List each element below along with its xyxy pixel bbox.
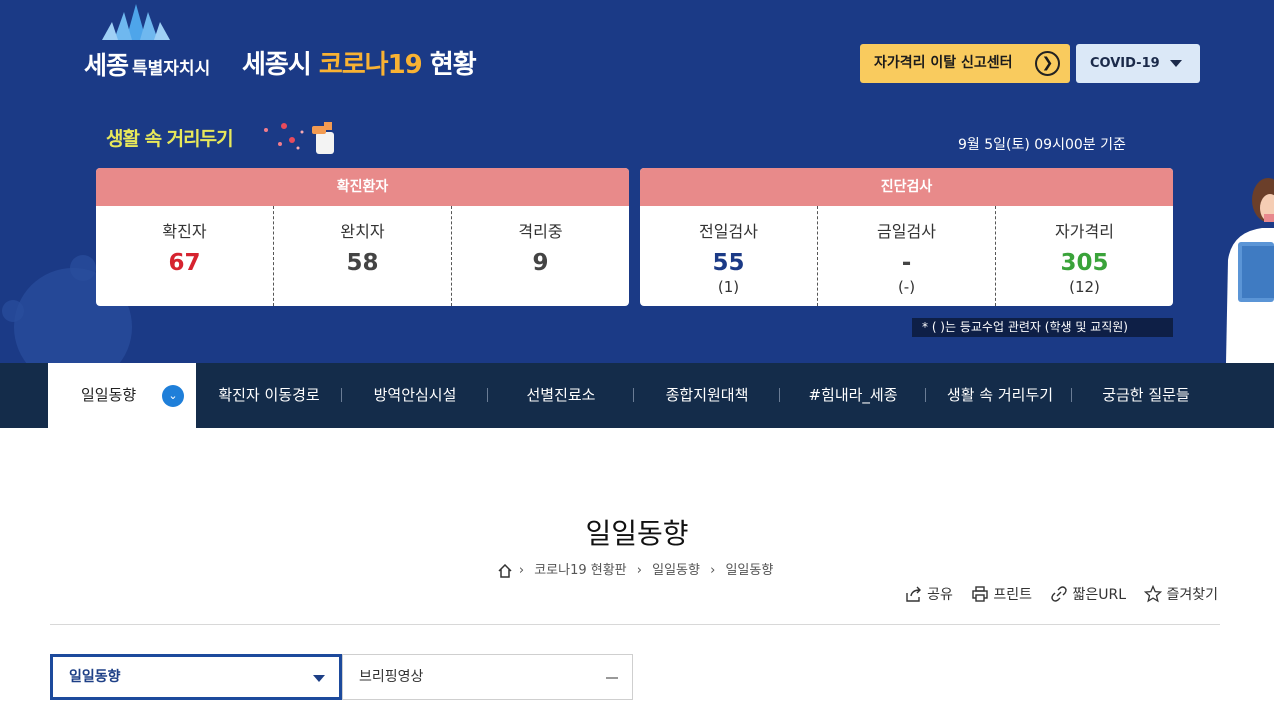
- panel-title: 진단검사: [640, 168, 1173, 206]
- caret-down-icon: [1170, 60, 1182, 67]
- stat-cell: 금일검사 - (-): [818, 206, 996, 306]
- nav-item-daily[interactable]: 일일동향 ⌄: [48, 363, 196, 428]
- stat-value: 9: [532, 250, 549, 276]
- nav-divider: [925, 388, 926, 402]
- breadcrumb-item[interactable]: 코로나19 현황판: [534, 563, 626, 578]
- print-icon: [972, 586, 989, 602]
- reference-date: 9월 5일(토) 09시00분 기준: [958, 137, 1126, 153]
- nav-divider: [341, 388, 342, 402]
- panel-title: 확진환자: [96, 168, 629, 206]
- spray-icon: [264, 122, 334, 154]
- doctor-illustration-icon: [1226, 178, 1274, 363]
- arrow-right-icon: ❯: [1035, 51, 1060, 76]
- main-nav: 일일동향 ⌄ 확진자 이동경로 방역안심시설 선별진료소 종합지원대책 #힘내라…: [0, 363, 1274, 428]
- stat-sub-value: (1): [717, 278, 740, 296]
- stat-cell: 완치자 58: [274, 206, 452, 306]
- chevron-down-icon: ⌄: [162, 385, 184, 407]
- stat-label: 금일검사: [877, 222, 936, 241]
- caret-down-icon: [313, 675, 325, 682]
- site-title: 세종시 코로나19 현황: [242, 50, 477, 80]
- stat-cell: 확진자 67: [96, 206, 274, 306]
- home-icon[interactable]: [498, 563, 512, 578]
- breadcrumb-item[interactable]: 일일동향: [652, 563, 700, 578]
- virus-decoration: [2, 300, 24, 322]
- minus-icon: [606, 677, 618, 679]
- share-icon: [906, 586, 922, 602]
- nav-divider: [487, 388, 488, 402]
- sub-menu-select[interactable]: 일일동향: [50, 654, 342, 700]
- stat-value: 58: [346, 250, 379, 276]
- briefing-video-tab[interactable]: 브리핑영상: [342, 654, 633, 700]
- nav-item-safe-facility[interactable]: 방역안심시설: [350, 363, 480, 428]
- divider: [50, 624, 1220, 625]
- nav-divider: [633, 388, 634, 402]
- stat-label: 완치자: [340, 222, 385, 241]
- stat-sub-value: (12): [1069, 278, 1100, 296]
- short-url-button[interactable]: 짧은URL: [1050, 584, 1126, 604]
- test-panel: 진단검사 전일검사 55 (1) 금일검사 - (-) 자가격리 305 (12…: [640, 168, 1173, 306]
- sejong-logo[interactable]: 세종 특별자치시: [76, 2, 226, 80]
- stat-label: 자가격리: [1055, 222, 1114, 241]
- nav-divider: [779, 388, 780, 402]
- logo-text: 세종 특별자치시: [84, 51, 211, 80]
- nav-divider: [1071, 388, 1072, 402]
- virus-decoration: [70, 255, 96, 281]
- link-icon: [1051, 586, 1068, 602]
- hero-banner: 세종 특별자치시 세종시 코로나19 현황 자가격리 이탈 신고센터 ❯ COVI…: [0, 0, 1274, 363]
- share-button[interactable]: 공유: [905, 584, 953, 604]
- nav-item-support[interactable]: 종합지원대책: [642, 363, 772, 428]
- page-tools: 공유 프린트 짧은URL 즐겨찾기: [891, 584, 1218, 607]
- star-icon: [1144, 585, 1163, 603]
- footnote: * ( )는 등교수업 관련자 (학생 및 교직원): [912, 318, 1173, 337]
- confirmed-panel: 확진환자 확진자 67 완치자 58 격리중 9: [96, 168, 629, 306]
- stat-label: 전일검사: [699, 222, 758, 241]
- stat-sub-value: (-): [897, 278, 916, 296]
- stat-cell: 격리중 9: [452, 206, 629, 306]
- nav-item-distancing[interactable]: 생활 속 거리두기: [934, 363, 1066, 428]
- stat-value: -: [901, 250, 912, 276]
- covid-select[interactable]: COVID-19: [1076, 44, 1200, 83]
- page-title: 일일동향: [585, 517, 689, 550]
- stat-value: 55: [712, 250, 745, 276]
- quarantine-report-button[interactable]: 자가격리 이탈 신고센터 ❯: [860, 44, 1070, 83]
- nav-item-clinic[interactable]: 선별진료소: [496, 363, 626, 428]
- nav-item-faq[interactable]: 궁금한 질문들: [1080, 363, 1212, 428]
- print-button[interactable]: 프린트: [971, 584, 1032, 604]
- stat-value: 305: [1060, 250, 1109, 276]
- stat-label: 격리중: [518, 222, 563, 241]
- stat-label: 확진자: [162, 222, 207, 241]
- breadcrumb-item[interactable]: 일일동향: [725, 563, 773, 578]
- sejong-logo-mark-icon: [102, 4, 170, 40]
- distancing-label: 생활 속 거리두기: [106, 128, 234, 150]
- nav-item-cheer[interactable]: #힘내라_세종: [788, 363, 918, 428]
- favorite-button[interactable]: 즐겨찾기: [1144, 584, 1218, 604]
- stat-value: 67: [168, 250, 201, 276]
- stat-cell: 전일검사 55 (1): [640, 206, 818, 306]
- stat-cell: 자가격리 305 (12): [996, 206, 1173, 306]
- breadcrumb: › 코로나19 현황판 › 일일동향 › 일일동향: [0, 559, 1274, 578]
- nav-item-route[interactable]: 확진자 이동경로: [204, 363, 334, 428]
